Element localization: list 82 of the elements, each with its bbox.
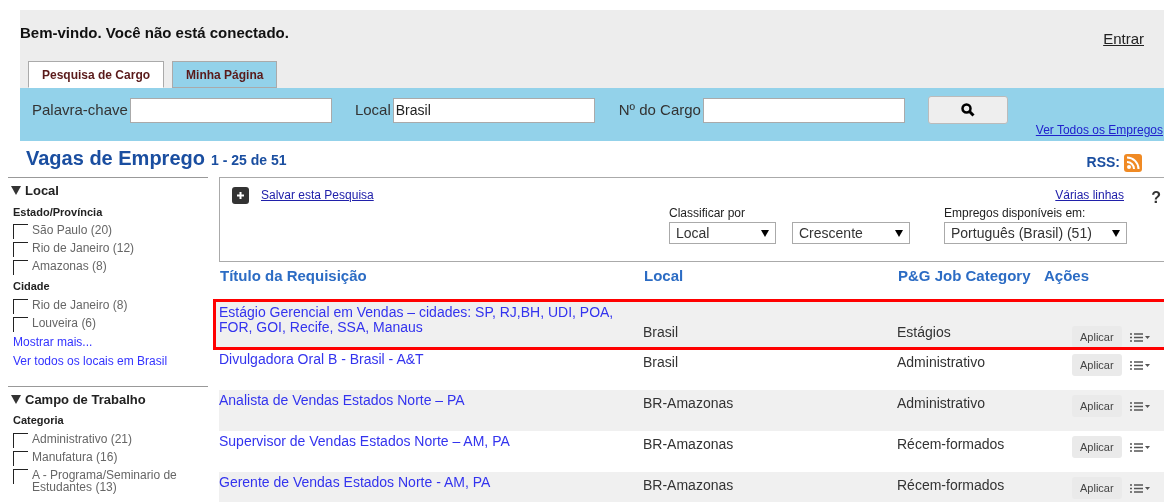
checkbox[interactable] xyxy=(13,432,28,448)
job-number-label: Nº do Cargo xyxy=(618,99,701,120)
view-all-jobs-link[interactable]: Ver Todos os Empregos xyxy=(1035,121,1163,139)
filter-section-title: Campo de Trabalho xyxy=(25,390,146,409)
page-title: Vagas de Emprego xyxy=(26,146,205,171)
job-title-link[interactable]: Gerente de Vendas Estados Norte - AM, PA xyxy=(219,472,643,502)
tab[interactable]: Minha Página xyxy=(172,61,278,88)
job-number-field[interactable] xyxy=(702,97,905,123)
filter-group-title: Estado/Província xyxy=(13,204,104,220)
filter-option[interactable]: Rio de Janeiro (12) xyxy=(32,242,135,254)
caret-down-icon[interactable] xyxy=(11,186,21,196)
login-link[interactable]: Entrar xyxy=(1103,28,1144,51)
filter-section-title: Local xyxy=(25,182,59,200)
caret-down-icon[interactable] xyxy=(11,394,21,404)
list-menu-icon[interactable] xyxy=(1129,402,1150,411)
filter-link[interactable]: Mostrar mais... xyxy=(13,332,93,351)
apply-button[interactable]: Aplicar xyxy=(1072,436,1122,458)
plus-icon[interactable] xyxy=(232,186,249,204)
list-menu-icon[interactable] xyxy=(1129,443,1150,452)
checkbox[interactable] xyxy=(13,316,28,332)
checkbox[interactable] xyxy=(13,450,28,466)
dropdown-arrow-icon xyxy=(895,229,903,237)
filter-option[interactable]: Administrativo (21) xyxy=(32,432,133,445)
language-label: Empregos disponíveis em: xyxy=(944,205,1087,222)
tab[interactable]: Pesquisa de Cargo xyxy=(28,61,165,88)
table-cell-text: Brasil xyxy=(643,353,679,372)
apply-button[interactable]: Aplicar xyxy=(1072,395,1122,417)
filter-option[interactable]: A - Programa/Seminario de Estudantes (13) xyxy=(32,468,208,493)
keyword-field[interactable] xyxy=(129,97,332,123)
table-cell-text: Brasil xyxy=(643,323,679,342)
filter-option[interactable]: São Paulo (20) xyxy=(32,224,113,236)
filter-group-title: Categoria xyxy=(13,413,65,428)
job-title-link[interactable]: Supervisor de Vendas Estados Norte – AM, PA xyxy=(219,431,643,472)
job-title-link[interactable]: Divulgadora Oral B - Brasil - A&T xyxy=(219,349,643,390)
rss-label: RSS: xyxy=(1086,153,1120,172)
column-header[interactable]: Título da Requisição xyxy=(219,265,643,302)
dropdown[interactable]: Local xyxy=(669,222,776,244)
checkbox[interactable] xyxy=(13,298,28,314)
job-title-link[interactable]: Estágio Gerencial em Vendas – cidades: SP, RJ,BH, UDI, POA, FOR, GOI, Recife, SSA, Manaus xyxy=(219,302,643,348)
search-icon xyxy=(960,103,975,117)
keyword-label: Palavra-chave xyxy=(32,99,128,120)
table-cell-text: Administrativo xyxy=(897,394,986,413)
list-menu-icon[interactable] xyxy=(1129,484,1150,493)
filter-option[interactable]: Rio de Janeiro (8) xyxy=(32,298,128,311)
column-header[interactable]: P&G Job Category xyxy=(897,265,1043,302)
location-label: Local xyxy=(354,99,391,120)
sort-label: Classificar por xyxy=(669,205,747,222)
filter-option[interactable]: Manufatura (16) xyxy=(32,450,118,463)
dropdown-arrow-icon xyxy=(761,229,769,237)
table-cell-text: Récem-formados xyxy=(897,435,1006,454)
checkbox[interactable] xyxy=(13,224,28,239)
list-menu-icon[interactable] xyxy=(1129,333,1150,342)
help-icon[interactable]: ? xyxy=(1151,186,1161,210)
table-cell-text: BR-Amazonas xyxy=(643,394,735,413)
list-menu-icon[interactable] xyxy=(1129,361,1150,370)
apply-button[interactable]: Aplicar xyxy=(1072,354,1122,376)
column-header[interactable]: Local xyxy=(643,265,897,302)
table-cell-text: BR-Amazonas xyxy=(643,476,735,495)
job-title-link[interactable]: Analista de Vendas Estados Norte – PA xyxy=(219,390,643,431)
dropdown[interactable]: Crescente xyxy=(792,222,910,244)
checkbox[interactable] xyxy=(13,468,28,484)
column-header[interactable]: Ações xyxy=(1043,265,1164,302)
location-field[interactable]: Brasil xyxy=(392,97,595,123)
table-cell-text: Récem-formados xyxy=(897,476,1006,495)
table-cell-text: Administrativo xyxy=(897,353,986,372)
filter-option[interactable]: Louveira (6) xyxy=(32,316,97,329)
apply-button[interactable]: Aplicar xyxy=(1072,326,1122,348)
checkbox[interactable] xyxy=(13,242,28,257)
search-button[interactable] xyxy=(927,96,1008,124)
dropdown-arrow-icon xyxy=(1112,229,1120,237)
checkbox[interactable] xyxy=(13,260,28,275)
filter-link[interactable]: Ver todos os locais em Brasil xyxy=(13,351,168,370)
filter-option[interactable]: Amazonas (8) xyxy=(32,260,107,272)
dropdown[interactable]: Português (Brasil) (51) xyxy=(944,222,1127,244)
save-search-link[interactable]: Salvar esta Pesquisa xyxy=(261,186,374,204)
welcome-message: Bem-vindo. Você não está conectado. xyxy=(20,23,289,43)
filter-group-title: Cidade xyxy=(13,279,51,294)
results-count: 1 - 25 de 51 xyxy=(210,151,287,170)
table-cell-text: Estágios xyxy=(897,323,952,342)
multi-line-link[interactable]: Várias linhas xyxy=(1055,186,1124,204)
apply-button[interactable]: Aplicar xyxy=(1072,477,1122,499)
table-cell-text: BR-Amazonas xyxy=(643,435,735,454)
